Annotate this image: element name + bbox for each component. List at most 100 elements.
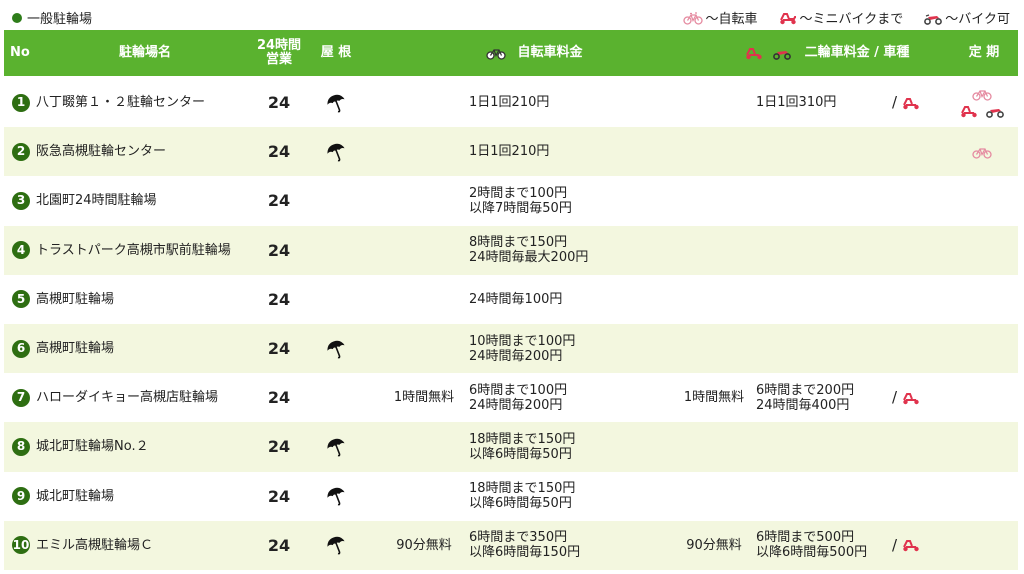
open-24h-value: 24 <box>267 289 291 309</box>
roof-cell <box>320 275 352 324</box>
bicycle-free-time <box>386 226 462 275</box>
roof-cell <box>320 226 352 275</box>
row-number-badge: 1 <box>12 93 30 112</box>
legend: ～自転車 ～ミニバイクまで ～バイク可 <box>667 8 1010 27</box>
moto-fee-line: 6時間まで500円 <box>756 530 855 546</box>
teiki-cell <box>952 324 1012 373</box>
header-name: 駐輪場名 <box>118 45 171 60</box>
bicycle-fee-line: 24時間毎最大200円 <box>469 250 589 266</box>
table-row: 1 八丁畷第１・２駐輪センター 24 1日1回210円 1日1回310円 / <box>4 78 1018 127</box>
umbrella-icon <box>327 340 345 358</box>
row-number-badge: 4 <box>12 241 30 260</box>
roof-cell <box>320 521 352 570</box>
teiki-cell <box>952 78 1012 127</box>
moto-free-time <box>676 472 752 521</box>
minibike-icon <box>961 106 977 118</box>
bicycle-free-time: 1時間無料 <box>393 390 455 406</box>
row-number-badge: 7 <box>12 388 30 407</box>
moto-fee-line: 24時間毎400円 <box>756 397 850 413</box>
table-header: No 駐輪場名 24時間 営業 屋 根 自転車料金 二輪車料金 / 車種 定 期 <box>4 30 1018 76</box>
table-row: 6 高槻町駐輪場 24 10時間まで100円 24時間毎200円 <box>4 323 1018 374</box>
moto-free-time <box>676 78 752 127</box>
bicycle-free-time <box>386 176 462 225</box>
header-no: No <box>10 45 30 60</box>
roof-cell <box>320 127 352 176</box>
row-number-badge: 2 <box>12 142 30 161</box>
bicycle-fee-line: 18時間まで150円 <box>469 431 576 447</box>
bicycle-free-time <box>386 127 462 176</box>
roof-cell <box>320 78 352 127</box>
header-24h: 24時間 営業 <box>250 30 308 76</box>
moto-fee-line: 以降6時間毎500円 <box>756 545 868 561</box>
roof-cell <box>320 176 352 225</box>
moto-free-time <box>676 176 752 225</box>
header-24h-line2: 営業 <box>265 52 292 67</box>
bicycle-fee-line: 1日1回210円 <box>469 95 550 111</box>
moto-fee-line: 1日1回310円 <box>756 95 837 111</box>
moto-free-time <box>676 422 752 471</box>
vehicle-type-slash: / <box>892 93 898 112</box>
bicycle-free-time <box>386 422 462 471</box>
row-number-badge: 9 <box>12 487 30 506</box>
moto-free-time <box>676 226 752 275</box>
umbrella-icon <box>327 537 345 555</box>
moto-free-time: 90分無料 <box>686 537 742 553</box>
vehicle-type-cell: / <box>892 373 936 422</box>
parking-name: 城北町駐輪場No.２ <box>36 439 149 455</box>
moto-fee-cell: 1日1回310円 <box>756 78 890 127</box>
bicycle-fee-cell: 24時間毎100円 <box>469 275 649 324</box>
table-row: 5 高槻町駐輪場 24 24時間毎100円 <box>4 275 1018 324</box>
umbrella-icon <box>327 438 345 457</box>
bicycle-free-time <box>386 324 462 373</box>
vehicle-type-slash: / <box>892 388 898 407</box>
bicycle-fee-cell: 18時間まで150円 以降6時間毎50円 <box>469 422 649 471</box>
bicycle-fee-line: 2時間まで100円 <box>469 185 568 201</box>
parking-name: エミル高槻駐輪場Ｃ <box>36 537 154 553</box>
header-24h-line1: 24時間 <box>256 38 302 53</box>
parking-name-cell: 9 城北町駐輪場 <box>12 472 114 521</box>
open-24h-value: 24 <box>267 93 291 113</box>
header-moto-fee: 二輪車料金 / 車種 <box>716 30 936 76</box>
moto-fee-cell <box>756 324 890 373</box>
bicycle-fee-line: 24時間毎100円 <box>469 291 563 307</box>
bicycle-free-time <box>386 275 462 324</box>
parking-name: 阪急高槻駐輪センター <box>36 144 167 160</box>
parking-name-cell: 5 高槻町駐輪場 <box>12 275 114 324</box>
moto-free-time <box>676 324 752 373</box>
bicycle-free-time <box>386 78 462 127</box>
minibike-icon <box>903 540 919 552</box>
open-24h-value: 24 <box>267 486 291 506</box>
umbrella-icon <box>327 143 345 162</box>
header-bicycle-fee-label: 自転車料金 <box>517 45 583 60</box>
vehicle-type-cell: / <box>892 78 936 127</box>
bicycle-fee-line: 以降6時間毎50円 <box>469 446 572 462</box>
umbrella-icon <box>327 487 345 506</box>
bicycle-icon <box>972 90 992 101</box>
motorbike-icon <box>772 51 791 60</box>
moto-fee-cell <box>756 275 890 324</box>
bicycle-fee-cell: 1日1回210円 <box>469 127 649 176</box>
parking-name-cell: 1 八丁畷第１・２駐輪センター <box>12 78 205 127</box>
minibike-icon <box>903 97 919 109</box>
umbrella-icon <box>327 94 345 112</box>
header-moto-fee-label: 二輪車料金 / 車種 <box>804 45 910 60</box>
row-number-badge: 5 <box>12 290 30 309</box>
minibike-icon <box>745 48 762 60</box>
parking-name: 北園町24時間駐輪場 <box>36 193 157 209</box>
bicycle-fee-line: 24時間毎200円 <box>469 397 563 413</box>
parking-name-cell: 3 北園町24時間駐輪場 <box>12 176 157 225</box>
teiki-cell <box>952 472 1012 521</box>
roof-cell <box>320 472 352 521</box>
teiki-bicycle <box>972 87 992 101</box>
top-bar: 一般駐輪場 ～自転車 ～ミニバイクまで ～バイク可 <box>0 0 1024 32</box>
bicycle-free-time: 90分無料 <box>396 537 452 553</box>
bicycle-fee-cell: 6時間まで350円 以降6時間毎150円 <box>469 521 649 570</box>
vehicle-type-cell: / <box>892 521 936 570</box>
row-number-badge: 6 <box>12 339 30 358</box>
parking-name-cell: 7 ハローダイキョー高槻店駐輪場 <box>12 373 218 422</box>
roof-cell <box>320 373 352 422</box>
open-24h-value: 24 <box>267 535 291 555</box>
bicycle-fee-cell: 8時間まで150円 24時間毎最大200円 <box>469 226 649 275</box>
vehicle-type-cell <box>892 176 936 225</box>
bicycle-fee-cell: 18時間まで150円 以降6時間毎50円 <box>469 472 649 521</box>
